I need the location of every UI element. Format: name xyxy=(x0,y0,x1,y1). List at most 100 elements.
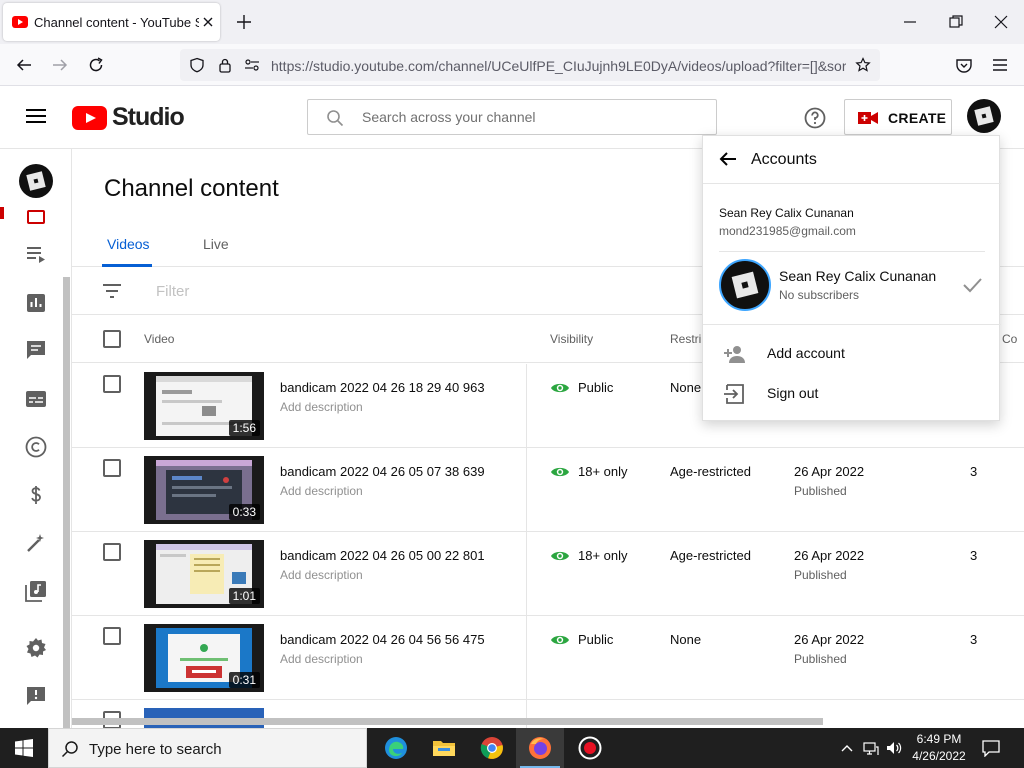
table-row[interactable]: 1:01 bandicam 2022 04 26 05 00 22 801 Ad… xyxy=(72,532,1024,616)
bookmark-star-icon[interactable] xyxy=(855,57,871,73)
help-icon[interactable] xyxy=(803,106,827,130)
pocket-icon[interactable] xyxy=(954,55,974,75)
menu-icon[interactable] xyxy=(26,108,46,124)
audio-library-icon[interactable] xyxy=(24,579,48,603)
volume-icon[interactable] xyxy=(886,740,902,756)
analytics-icon[interactable] xyxy=(24,291,48,315)
clock-date: 4/26/2022 xyxy=(912,749,966,763)
browser-nav-bar: https://studio.youtube.com/channel/UCeUl… xyxy=(0,44,1024,86)
video-date: 26 Apr 2022 xyxy=(794,548,865,563)
windows-start-icon[interactable] xyxy=(15,739,33,757)
windows-taskbar: Type here to search 6:49 PM 4/26/2022 xyxy=(0,728,1024,768)
close-window-icon[interactable] xyxy=(992,13,1010,31)
video-thumbnail[interactable]: 1:56 xyxy=(144,372,264,440)
tab-live[interactable]: Live xyxy=(203,236,229,252)
eye-icon[interactable] xyxy=(550,381,570,395)
visibility-label[interactable]: Public xyxy=(578,380,613,395)
filter-input[interactable] xyxy=(156,281,456,301)
table-row[interactable]: 0:31 bandicam 2022 04 26 04 56 56 475 Ad… xyxy=(72,616,1024,700)
video-thumbnail[interactable]: 0:31 xyxy=(144,624,264,692)
eye-icon[interactable] xyxy=(550,549,570,563)
network-icon[interactable] xyxy=(863,740,879,756)
address-bar[interactable]: https://studio.youtube.com/channel/UCeUl… xyxy=(180,49,880,81)
row-checkbox[interactable] xyxy=(103,627,121,645)
copyright-icon[interactable] xyxy=(24,435,48,459)
eye-icon[interactable] xyxy=(550,633,570,647)
sign-out-item[interactable]: Sign out xyxy=(703,375,1001,413)
minimize-icon[interactable] xyxy=(901,13,919,31)
channel-search[interactable] xyxy=(307,99,717,135)
taskbar-search[interactable]: Type here to search xyxy=(48,728,367,768)
playlists-icon[interactable] xyxy=(24,242,48,266)
taskbar-clock[interactable]: 6:49 PM 4/26/2022 xyxy=(902,731,976,765)
select-all-checkbox[interactable] xyxy=(103,330,121,348)
column-restrictions[interactable]: Restri xyxy=(670,332,701,346)
video-title[interactable]: bandicam 2022 04 26 05 00 22 801 xyxy=(280,548,485,563)
comments-icon[interactable] xyxy=(24,338,48,362)
lock-icon[interactable] xyxy=(217,57,233,73)
back-arrow-icon[interactable] xyxy=(718,149,738,169)
edge-app[interactable] xyxy=(372,728,420,768)
video-description[interactable]: Add description xyxy=(280,484,363,498)
filter-icon[interactable] xyxy=(102,283,122,299)
content-icon[interactable] xyxy=(24,207,48,231)
search-input[interactable] xyxy=(362,100,702,134)
row-checkbox[interactable] xyxy=(103,375,121,393)
earn-icon[interactable] xyxy=(24,483,48,507)
tracking-shield-icon[interactable] xyxy=(189,57,205,73)
customization-icon[interactable] xyxy=(24,531,48,555)
divider xyxy=(703,324,1001,325)
tab-videos[interactable]: Videos xyxy=(107,236,150,252)
add-person-icon xyxy=(724,346,745,363)
feedback-icon[interactable] xyxy=(24,684,48,708)
video-description[interactable]: Add description xyxy=(280,400,363,414)
channel-avatar-small[interactable] xyxy=(19,164,53,198)
column-video[interactable]: Video xyxy=(144,332,174,346)
restrictions-label: None xyxy=(670,380,702,395)
video-thumbnail[interactable]: 0:33 xyxy=(144,456,264,524)
show-hidden-icons-icon[interactable] xyxy=(839,740,855,756)
video-title[interactable]: bandicam 2022 04 26 04 56 56 475 xyxy=(280,632,485,647)
permissions-icon[interactable] xyxy=(244,57,260,73)
forward-arrow-icon[interactable] xyxy=(50,55,70,75)
visibility-label[interactable]: 18+ only xyxy=(578,464,628,479)
video-thumbnail[interactable]: 1:01 xyxy=(144,540,264,608)
subtitles-icon[interactable] xyxy=(24,387,48,411)
column-visibility[interactable]: Visibility xyxy=(550,332,593,346)
app-menu-icon[interactable] xyxy=(990,55,1010,75)
visibility-label[interactable]: 18+ only xyxy=(578,548,628,563)
add-account-item[interactable]: Add account xyxy=(703,335,1001,373)
notification-center-icon[interactable] xyxy=(982,739,1000,757)
new-tab-icon[interactable] xyxy=(234,12,254,32)
video-title[interactable]: bandicam 2022 04 26 05 07 38 639 xyxy=(280,464,485,479)
reload-icon[interactable] xyxy=(86,55,106,75)
firefox-app[interactable] xyxy=(516,728,564,768)
restore-icon[interactable] xyxy=(947,13,965,31)
column-comments[interactable]: Co xyxy=(1002,332,1017,346)
column-divider xyxy=(526,448,527,532)
eye-icon[interactable] xyxy=(550,465,570,479)
back-arrow-icon[interactable] xyxy=(14,55,34,75)
browser-tab[interactable]: Channel content - YouTube Studio xyxy=(3,3,220,41)
sidebar-scrollbar[interactable] xyxy=(63,277,70,765)
video-description[interactable]: Add description xyxy=(280,652,363,666)
create-button[interactable]: CREATE xyxy=(844,99,952,135)
horizontal-scrollbar[interactable] xyxy=(72,718,823,725)
row-checkbox[interactable] xyxy=(103,543,121,561)
chrome-icon xyxy=(480,737,503,759)
row-checkbox[interactable] xyxy=(103,459,121,477)
visibility-label[interactable]: Public xyxy=(578,632,613,647)
recorder-app[interactable] xyxy=(566,728,614,768)
video-title[interactable]: bandicam 2022 04 26 18 29 40 963 xyxy=(280,380,485,395)
add-account-label: Add account xyxy=(767,345,845,361)
file-explorer-app[interactable] xyxy=(420,728,468,768)
video-description[interactable]: Add description xyxy=(280,568,363,582)
video-duration: 0:31 xyxy=(228,672,260,688)
popup-header: Accounts xyxy=(703,136,1001,184)
chrome-app[interactable] xyxy=(468,728,516,768)
close-tab-icon[interactable] xyxy=(200,14,216,30)
settings-icon[interactable] xyxy=(24,636,48,660)
url-text[interactable]: https://studio.youtube.com/channel/UCeUl… xyxy=(271,58,846,74)
account-avatar[interactable] xyxy=(967,99,1001,133)
table-row[interactable]: 0:33 bandicam 2022 04 26 05 07 38 639 Ad… xyxy=(72,448,1024,532)
